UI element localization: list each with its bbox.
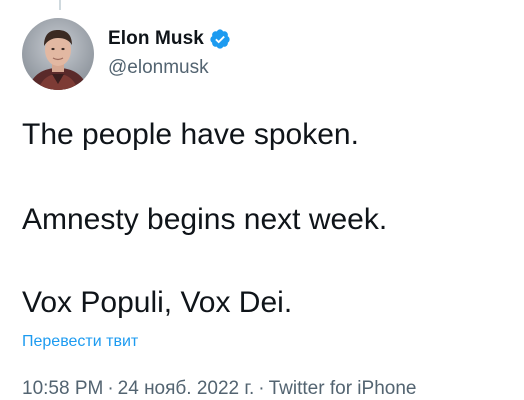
tweet-line: Vox Populi, Vox Dei. — [22, 286, 293, 319]
tweet-date[interactable]: 24 нояб. 2022 г. — [118, 378, 255, 399]
meta-separator: · — [107, 378, 114, 399]
tweet-line: The people have spoken. — [22, 118, 359, 151]
meta-separator: · — [258, 378, 265, 399]
author-handle[interactable]: @elonmusk — [108, 57, 209, 79]
author-name-row[interactable]: Elon Musk — [108, 27, 231, 51]
thread-connector-line — [59, 0, 61, 10]
tweet-source[interactable]: Twitter for iPhone — [269, 378, 417, 399]
verified-badge-icon — [209, 28, 231, 50]
avatar[interactable] — [22, 18, 94, 90]
tweet-line: Amnesty begins next week. — [22, 203, 388, 236]
avatar-image — [22, 18, 94, 90]
translate-tweet-link[interactable]: Перевести твит — [22, 333, 138, 351]
tweet-metadata: 10:58 PM · 24 нояб. 2022 г. · Twitter for iP… — [22, 378, 416, 400]
tweet-time[interactable]: 10:58 PM — [22, 378, 103, 399]
author-display-name[interactable]: Elon Musk — [108, 28, 204, 50]
